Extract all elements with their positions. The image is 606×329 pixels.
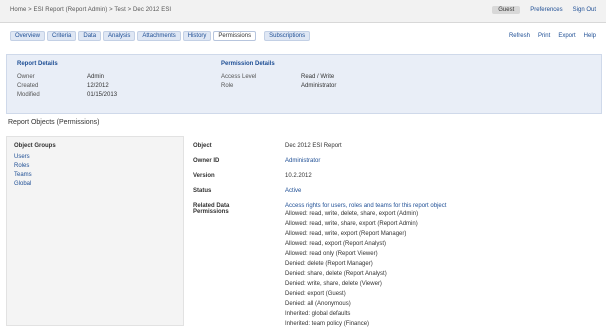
tab-permissions[interactable]: Permissions <box>213 31 257 41</box>
detail-panel: Object Dec 2012 ESI Report Owner ID Admi… <box>193 143 446 218</box>
summary-value: Administrator <box>301 82 337 89</box>
permission-line: Denied: export (Guest) <box>285 291 346 297</box>
detail-value: Dec 2012 ESI Report <box>285 143 342 149</box>
summary-row: Access Level Read / Write <box>221 72 336 81</box>
summary-value: 01/15/2013 <box>87 91 118 98</box>
tab-criteria[interactable]: Criteria <box>47 31 77 41</box>
page-title: Home > ESI Report (Report Admin) > Test … <box>10 7 172 13</box>
refresh-link[interactable]: Refresh <box>509 33 530 39</box>
tab-overview[interactable]: Overview <box>10 31 46 41</box>
permission-details: Permission Details Access Level Read / W… <box>221 61 336 90</box>
permission-line: Allowed: read only (Report Viewer) <box>285 251 378 257</box>
summary-key: Created <box>17 82 39 89</box>
detail-row: Owner ID Administrator <box>193 158 446 173</box>
summary-key: Role <box>221 82 234 89</box>
detail-label: Status <box>193 188 212 194</box>
permissions-lines: Allowed: read, write, delete, share, exp… <box>285 209 418 329</box>
permission-line: Denied: all (Anonymous) <box>285 301 351 307</box>
object-groups-list: Users Roles Teams Global <box>14 153 32 189</box>
detail-label: Owner ID <box>193 158 220 164</box>
detail-label: Object <box>193 143 212 149</box>
help-link[interactable]: Help <box>584 33 596 39</box>
tab-attachments[interactable]: Attachments <box>137 31 181 41</box>
section-title: Report Objects (Permissions) <box>8 119 100 126</box>
tab-data[interactable]: Data <box>78 31 102 41</box>
tab-analysis[interactable]: Analysis <box>103 31 136 41</box>
detail-row: Status Active <box>193 188 446 203</box>
summary-value: Read / Write <box>301 73 335 80</box>
object-group-global[interactable]: Global <box>14 180 32 189</box>
permission-line: Allowed: read, write, share, export (Rep… <box>285 221 418 227</box>
report-details-title: Report Details <box>17 61 58 67</box>
object-group-users[interactable]: Users <box>14 153 32 162</box>
tab-history[interactable]: History <box>182 31 212 41</box>
owner-link[interactable]: Administrator <box>285 158 320 164</box>
preferences-link[interactable]: Preferences <box>530 7 562 13</box>
user-pill[interactable]: Guest <box>492 6 521 14</box>
sign-out-link[interactable]: Sign Out <box>573 7 596 13</box>
summary-row: Role Administrator <box>221 81 336 90</box>
summary-key: Modified <box>17 91 40 98</box>
top-bar: Home > ESI Report (Report Admin) > Test … <box>0 0 606 23</box>
summary-panel: Report Details Owner Admin Created 12/20… <box>6 54 602 114</box>
summary-key: Owner <box>17 73 35 80</box>
permission-line: Denied: delete (Report Manager) <box>285 261 373 267</box>
summary-value: 12/2012 <box>87 82 109 89</box>
detail-row: Object Dec 2012 ESI Report <box>193 143 446 158</box>
object-group-teams[interactable]: Teams <box>14 171 32 180</box>
report-details: Report Details Owner Admin Created 12/20… <box>17 61 117 99</box>
object-group-roles[interactable]: Roles <box>14 162 32 171</box>
print-link[interactable]: Print <box>538 33 550 39</box>
summary-row: Owner Admin <box>17 72 117 81</box>
permission-line: Inherited: global defaults <box>285 311 351 317</box>
tab-subscriptions[interactable]: Subscriptions <box>264 31 311 41</box>
detail-label: Version <box>193 173 215 179</box>
object-groups-panel: Object Groups Users Roles Teams Global <box>6 136 184 326</box>
tabs: Overview Criteria Data Analysis Attachme… <box>10 31 311 41</box>
permission-details-title: Permission Details <box>221 61 275 67</box>
detail-value: 10.2.2012 <box>285 173 312 179</box>
permission-line: Allowed: read, write, delete, share, exp… <box>285 211 419 217</box>
permission-line: Allowed: read, export (Report Analyst) <box>285 241 387 247</box>
permission-line: Denied: write, share, delete (Viewer) <box>285 281 382 287</box>
detail-row: Version 10.2.2012 <box>193 173 446 188</box>
summary-row: Modified 01/15/2013 <box>17 90 117 99</box>
object-groups-header: Object Groups <box>14 143 56 149</box>
summary-row: Created 12/2012 <box>17 81 117 90</box>
tab-actions: Refresh Print Export Help <box>509 33 596 39</box>
export-link[interactable]: Export <box>558 33 575 39</box>
permissions-label: Permissions <box>193 209 229 215</box>
permission-line: Denied: share, delete (Report Analyst) <box>285 271 387 277</box>
summary-value: Admin <box>87 73 105 80</box>
permission-line: Allowed: read, write, export (Report Man… <box>285 231 407 237</box>
top-right-controls: Guest Preferences Sign Out <box>492 6 596 14</box>
summary-key: Access Level <box>221 73 257 80</box>
status-link[interactable]: Active <box>285 188 301 194</box>
tab-bar: Overview Criteria Data Analysis Attachme… <box>0 25 606 47</box>
